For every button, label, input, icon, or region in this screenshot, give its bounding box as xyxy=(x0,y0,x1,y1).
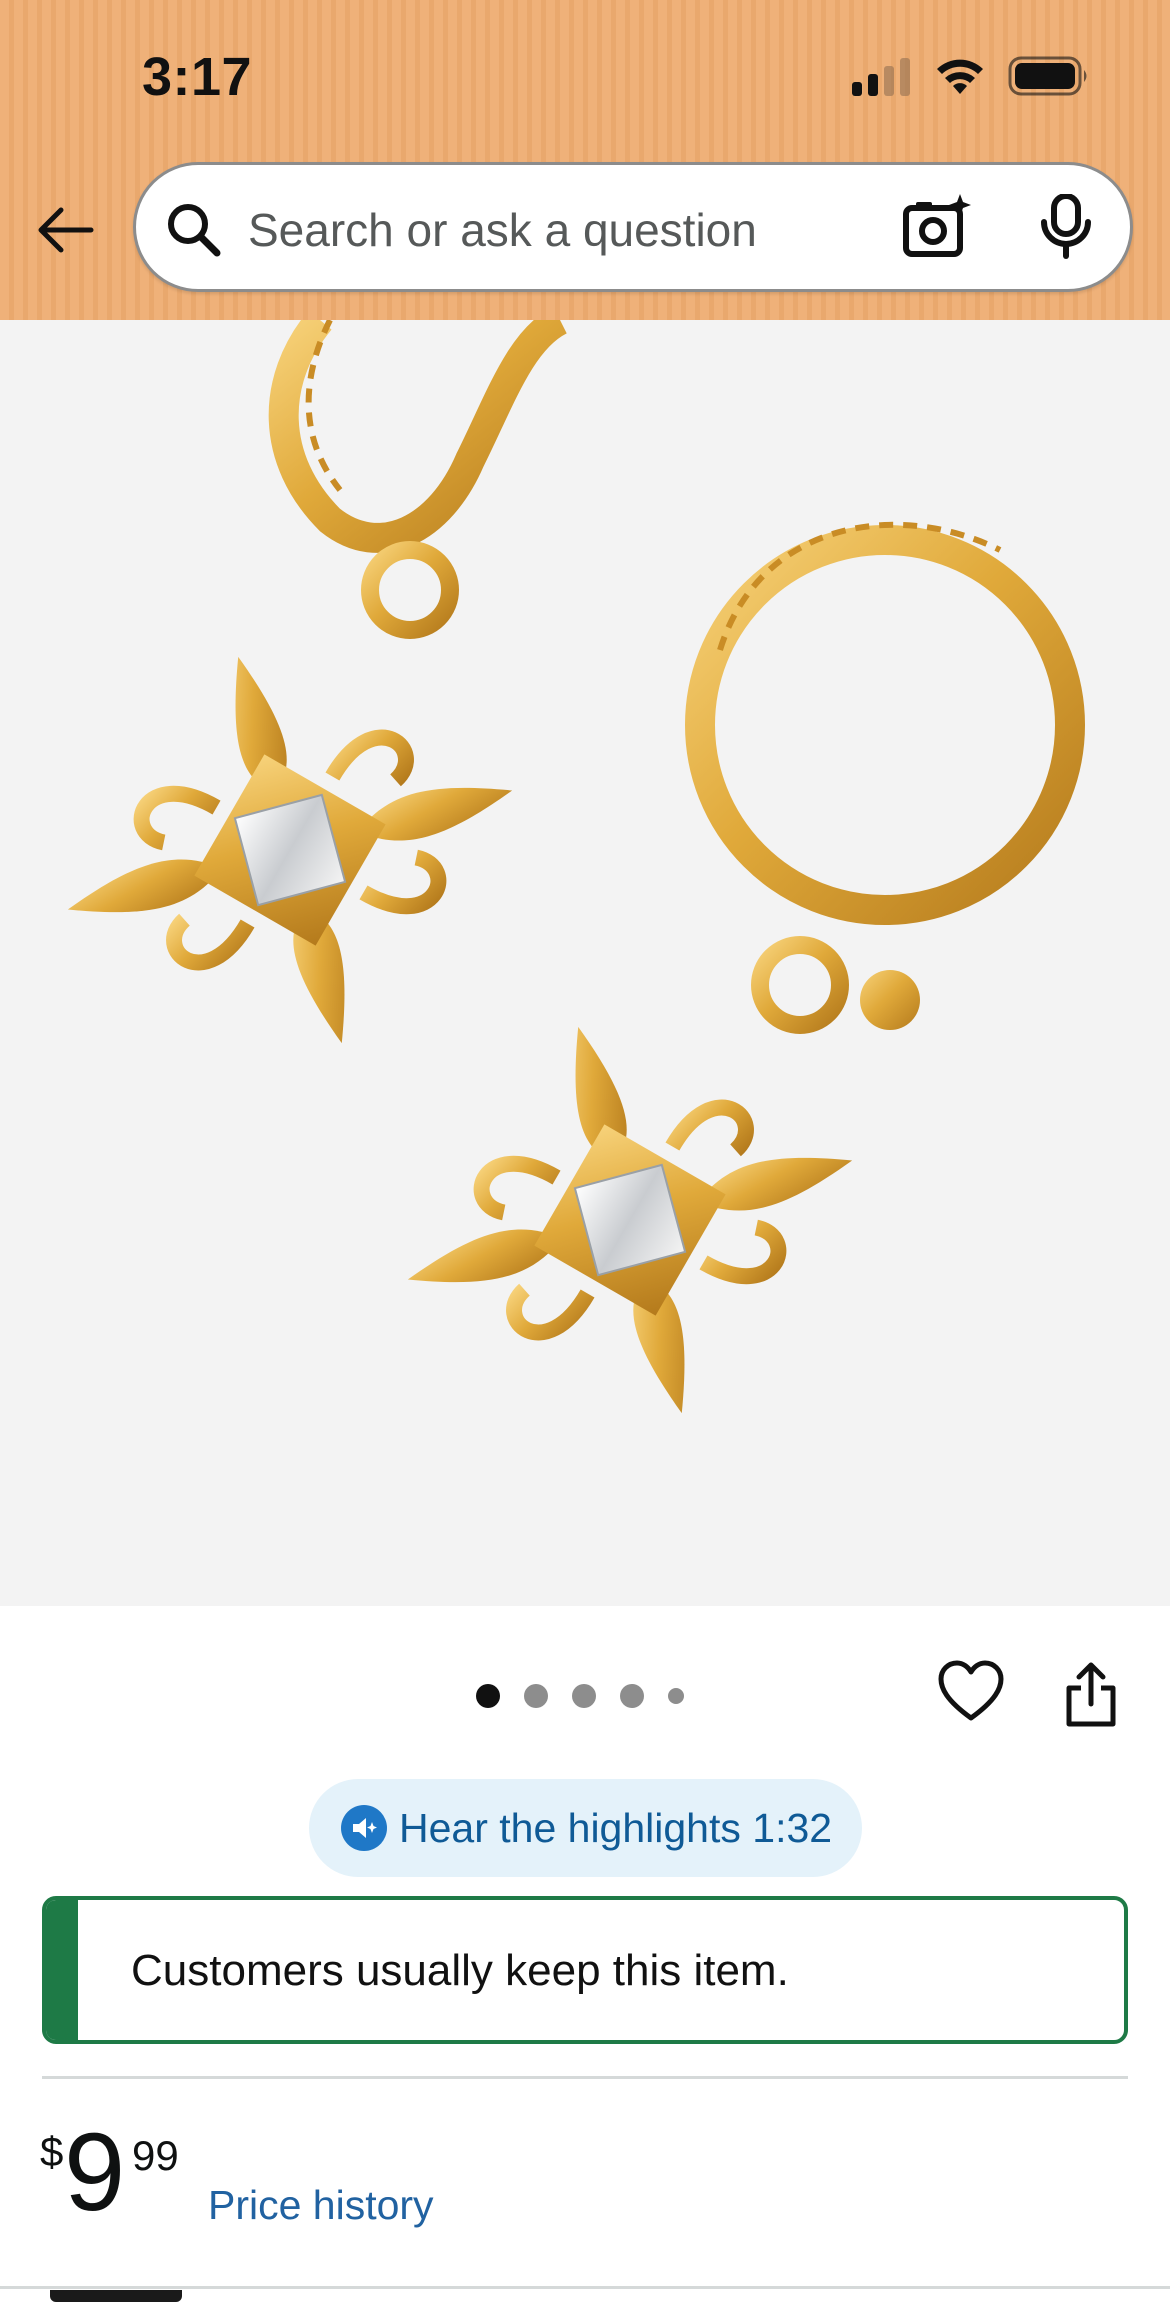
battery-icon xyxy=(1008,56,1087,96)
search-icon xyxy=(168,204,221,257)
search-input[interactable]: Search or ask a question xyxy=(248,203,757,257)
carousel-dot[interactable] xyxy=(668,1688,684,1704)
hear-highlights-label: Hear the highlights 1:32 xyxy=(399,1804,833,1851)
carousel-dot[interactable] xyxy=(476,1684,500,1708)
heart-icon[interactable] xyxy=(938,1660,1004,1724)
back-arrow-icon xyxy=(38,207,94,253)
gold-earrings-image xyxy=(67,320,1085,1414)
customers-keep-notice: Customers usually keep this item. xyxy=(42,1896,1128,2044)
header: 3:17 Search or ask a question xyxy=(0,0,1170,320)
carousel-dot[interactable] xyxy=(572,1684,596,1708)
notice-text: Customers usually keep this item. xyxy=(131,1946,789,1995)
speaker-icon xyxy=(341,1805,387,1851)
carousel-dot[interactable] xyxy=(524,1684,548,1708)
price-fraction: 99 xyxy=(132,2132,179,2179)
carousel-dots[interactable] xyxy=(476,1684,684,1708)
bottom-tab-indicator xyxy=(50,2290,182,2302)
price-history-link[interactable]: Price history xyxy=(208,2182,434,2229)
mic-icon[interactable] xyxy=(1038,194,1094,260)
status-time: 3:17 xyxy=(142,47,253,107)
hear-highlights-button[interactable]: Hear the highlights 1:32 xyxy=(309,1779,862,1877)
price-symbol: $ xyxy=(40,2128,64,2175)
divider xyxy=(42,2076,1128,2079)
product-image[interactable] xyxy=(0,320,1170,1606)
back-button[interactable] xyxy=(30,195,100,265)
price-whole: 9 xyxy=(64,2111,126,2234)
signal-icon xyxy=(852,58,910,96)
notice-accent-bar xyxy=(46,1900,78,2040)
product-page: 3:17 Search or ask a question Hear the h… xyxy=(0,0,1170,2311)
camera-icon[interactable] xyxy=(902,192,972,262)
search-bar[interactable]: Search or ask a question xyxy=(133,162,1133,292)
share-icon[interactable] xyxy=(1063,1662,1119,1728)
carousel-dot[interactable] xyxy=(620,1684,644,1708)
wifi-icon xyxy=(937,59,983,94)
